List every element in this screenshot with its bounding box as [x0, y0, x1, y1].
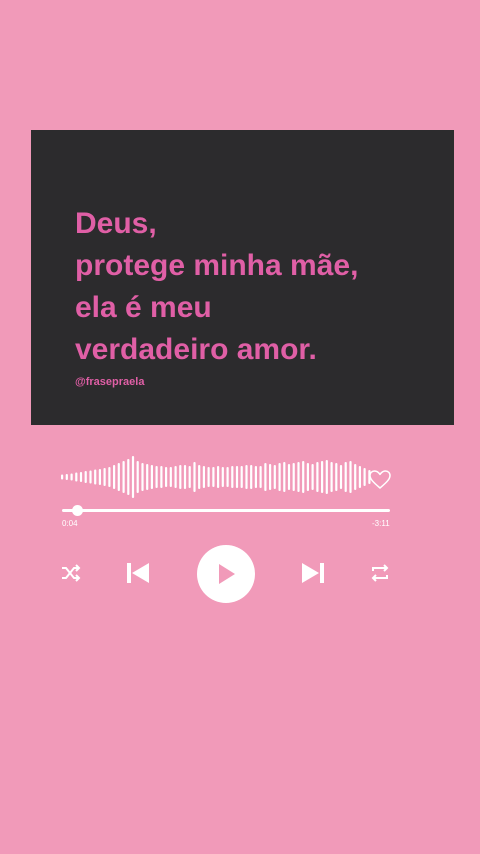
waveform-bar — [302, 461, 305, 493]
play-button[interactable] — [197, 545, 255, 603]
waveform-bar — [117, 463, 120, 491]
waveform-bar — [240, 466, 243, 488]
waveform-bar — [344, 462, 347, 492]
waveform-bar — [113, 465, 116, 489]
progress-bar[interactable] — [62, 509, 390, 512]
waveform-bar — [108, 467, 111, 487]
waveform-bar — [283, 462, 286, 492]
waveform-bar — [179, 465, 182, 489]
author-handle: @frasepraela — [75, 376, 145, 388]
waveform-bar — [141, 463, 144, 491]
waveform-bar — [254, 466, 257, 488]
waveform[interactable] — [60, 454, 372, 500]
waveform-bar — [354, 464, 357, 490]
waveform-bar — [193, 462, 196, 492]
waveform-bar — [89, 470, 92, 484]
waveform-bar — [335, 463, 338, 491]
quote-line: verdadeiro amor. — [75, 333, 317, 366]
waveform-bar — [207, 467, 210, 487]
waveform-bar — [79, 472, 83, 482]
waveform-bar — [70, 473, 73, 481]
waveform-bar — [165, 467, 168, 487]
waveform-bar — [65, 474, 68, 480]
waveform-bar — [174, 466, 177, 488]
elapsed-time: 0:04 — [62, 519, 78, 528]
waveform-bar — [61, 474, 64, 480]
waveform-bar — [94, 469, 97, 485]
waveform-bar — [155, 466, 158, 488]
quote-line: Deus, — [75, 207, 157, 240]
waveform-bar — [264, 463, 267, 491]
quote-line: ela é meu — [75, 291, 212, 324]
shuffle-icon[interactable] — [61, 564, 81, 582]
waveform-bar — [146, 464, 149, 490]
skip-previous-icon[interactable] — [126, 562, 150, 584]
waveform-bar — [287, 464, 291, 490]
waveform-bar — [339, 465, 343, 489]
waveform-bar — [250, 465, 253, 489]
waveform-bar — [306, 463, 309, 491]
repeat-icon[interactable] — [369, 563, 391, 583]
quote-text: Deus, protege minha mãe, ela é meu verda… — [75, 203, 358, 371]
waveform-bar — [316, 462, 319, 492]
waveform-bar — [226, 467, 229, 487]
skip-next-icon[interactable] — [301, 562, 325, 584]
waveform-bar — [231, 466, 234, 488]
waveform-bar — [297, 462, 300, 492]
waveform-bar — [75, 472, 78, 482]
waveform-bar — [169, 467, 172, 487]
waveform-bar — [103, 468, 106, 486]
waveform-bar — [292, 463, 295, 491]
waveform-bar — [321, 461, 324, 493]
waveform-bar — [202, 466, 205, 488]
quote-line: protege minha mãe, — [75, 249, 359, 282]
waveform-bar — [269, 464, 272, 490]
heart-icon[interactable] — [369, 470, 391, 490]
waveform-bar — [221, 467, 224, 487]
waveform-bar — [127, 459, 130, 495]
waveform-bar — [325, 460, 328, 494]
waveform-bar — [235, 466, 239, 488]
quote-card: Deus, protege minha mãe, ela é meu verda… — [31, 130, 454, 425]
waveform-bar — [183, 465, 187, 489]
waveform-bar — [98, 469, 101, 485]
waveform-bar — [358, 466, 361, 488]
waveform-bar — [273, 465, 276, 489]
waveform-bar — [131, 456, 135, 498]
progress-knob[interactable] — [71, 505, 83, 516]
waveform-bar — [259, 466, 262, 488]
waveform-bar — [278, 463, 281, 491]
waveform-bar — [363, 468, 366, 486]
waveform-bar — [212, 467, 215, 487]
remaining-time: -3:11 — [372, 519, 390, 528]
waveform-bar — [349, 461, 352, 493]
waveform-bar — [188, 466, 191, 488]
waveform-bar — [84, 471, 87, 483]
play-icon — [219, 564, 235, 584]
waveform-bar — [330, 462, 333, 492]
waveform-bar — [217, 466, 220, 488]
waveform-bar — [122, 461, 125, 493]
waveform-bar — [136, 461, 139, 493]
waveform-bar — [150, 465, 153, 489]
waveform-bar — [198, 465, 201, 489]
waveform-bar — [311, 464, 314, 490]
waveform-bar — [160, 466, 163, 488]
waveform-bar — [245, 465, 248, 489]
